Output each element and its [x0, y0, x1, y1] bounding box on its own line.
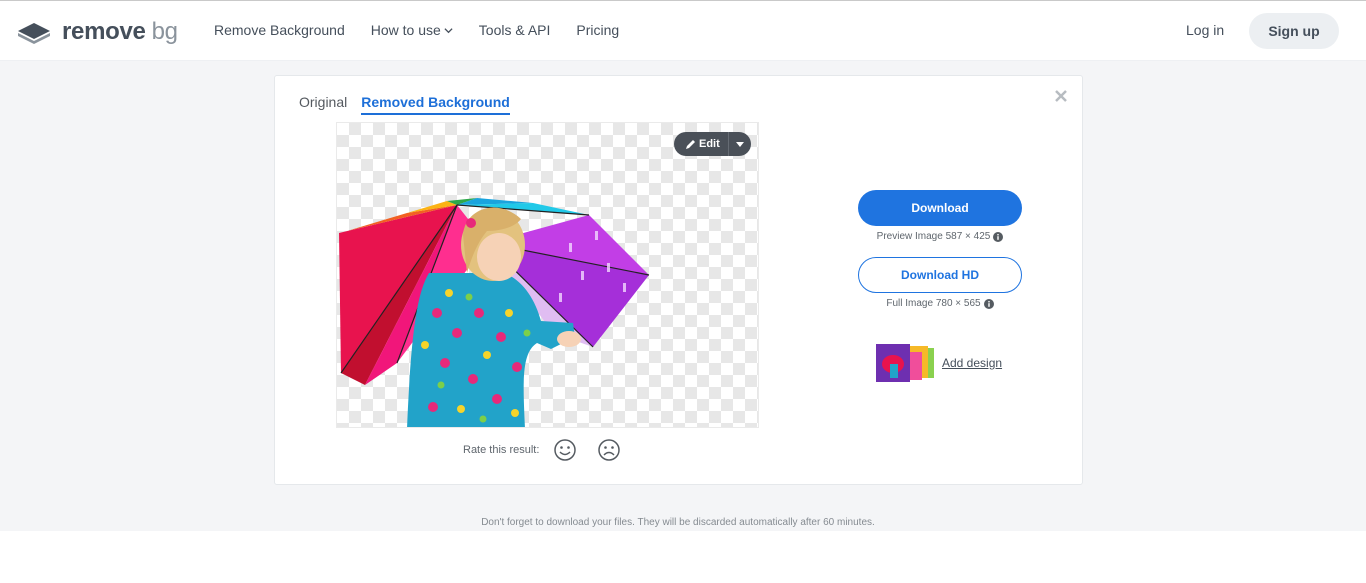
nav-remove-background[interactable]: Remove Background	[214, 22, 345, 38]
edit-button[interactable]: Edit	[674, 132, 751, 156]
result-image-preview[interactable]: Edit	[336, 122, 759, 428]
rate-label: Rate this result:	[463, 444, 540, 456]
logo-text: remove bg	[62, 18, 178, 45]
close-icon[interactable]	[1053, 88, 1069, 104]
logo[interactable]: remove bg	[16, 18, 178, 46]
nav-how-to-use[interactable]: How to use	[371, 22, 453, 38]
add-design-link[interactable]: Add design	[942, 356, 1002, 370]
download-preview-text: Preview Image 587 × 425	[876, 231, 991, 242]
info-icon[interactable]	[983, 298, 994, 309]
edit-main[interactable]: Edit	[674, 132, 728, 156]
caret-down-icon	[736, 141, 744, 147]
edit-label: Edit	[699, 138, 720, 150]
tab-original[interactable]: Original	[299, 94, 347, 115]
download-preview-info: Preview Image 587 × 425	[858, 231, 1022, 242]
download-hd-text: Full Image 780 × 565	[886, 298, 981, 309]
pencil-icon	[686, 139, 695, 149]
download-hd-info: Full Image 780 × 565	[858, 298, 1022, 309]
download-hd-button[interactable]: Download HD	[858, 257, 1022, 293]
smile-icon[interactable]	[553, 438, 577, 462]
nav-how-to-use-label: How to use	[370, 22, 441, 38]
footer-note: Don't forget to download your files. The…	[481, 517, 875, 528]
add-design[interactable]: Add design	[876, 342, 1002, 384]
download-button[interactable]: Download	[858, 190, 1022, 226]
cutout-photo	[339, 198, 650, 427]
top-header: remove bg Remove Background How to use To…	[0, 0, 1366, 61]
main-nav: Remove Background How to use Tools & API…	[214, 22, 645, 38]
login-link[interactable]: Log in	[1186, 22, 1224, 38]
design-thumbnail-icon	[876, 344, 934, 382]
edit-dropdown[interactable]	[728, 132, 751, 156]
nav-pricing[interactable]: Pricing	[576, 22, 619, 38]
frown-icon[interactable]	[597, 438, 621, 462]
info-icon[interactable]	[993, 231, 1004, 242]
nav-tools-api[interactable]: Tools & API	[479, 22, 551, 38]
chevron-down-icon	[444, 27, 453, 33]
signup-button[interactable]: Sign up	[1249, 13, 1339, 49]
tab-removed-background[interactable]: Removed Background	[361, 94, 510, 115]
rate-result: Rate this result:	[463, 438, 621, 462]
result-card: Original Removed Background Edit Rate th…	[274, 75, 1083, 485]
logo-icon	[18, 23, 50, 44]
result-tabs: Original Removed Background	[299, 94, 524, 115]
